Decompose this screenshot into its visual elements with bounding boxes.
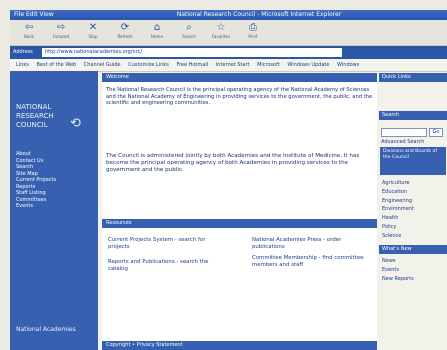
sidebar-item[interactable]: Events (16, 203, 96, 210)
stop-button[interactable]: ✕ Stop (82, 22, 104, 42)
list-item[interactable]: News (382, 257, 446, 266)
title-bar: File Edit View National Research Council… (10, 10, 447, 20)
main-content: Welcome The National Research Council is… (102, 73, 377, 350)
toolbar: ⇦ Back ⇨ Forward ✕ Stop ⟳ Refresh ⌂ Home ⌕ Sea… (10, 20, 447, 46)
search-button[interactable]: ⌕ Search (178, 22, 200, 42)
resource-link[interactable]: Current Projects System - search for pro… (108, 237, 228, 251)
address-bar: Address http://www.nationalacademies.org… (10, 46, 447, 59)
forward-icon: ⇨ (56, 22, 66, 33)
home-button[interactable]: ⌂ Home (146, 22, 168, 42)
print-icon: ⎙ (249, 22, 257, 33)
list-item[interactable]: Environment (382, 205, 446, 214)
site-logo[interactable]: NATIONAL RESEARCH COUNCIL ⟲ (16, 103, 86, 130)
welcome-header: Welcome (102, 73, 377, 82)
link-item[interactable]: Windows (337, 62, 359, 68)
divisions-box[interactable]: Divisions and Boards of the Council (380, 147, 446, 175)
address-input[interactable]: http://www.nationalacademies.org/nrc/ (42, 48, 342, 57)
address-label: Address (13, 49, 33, 55)
quick-links-header: Quick Links (379, 73, 447, 82)
refresh-label: Refresh (117, 34, 133, 39)
home-label: Home (151, 34, 163, 39)
right-sidebar: Quick Links Search Go Advanced Search Di… (379, 73, 447, 350)
print-button[interactable]: ⎙ Print (242, 22, 264, 42)
window-title: National Research Council - Microsoft In… (176, 11, 342, 18)
menu-bar[interactable]: File Edit View (14, 10, 54, 20)
link-item[interactable]: Customize Links (128, 62, 169, 68)
print-label: Print (248, 34, 258, 39)
list-item[interactable]: Agriculture (382, 179, 446, 188)
whats-new-header: What's New (379, 245, 447, 254)
advanced-search-link[interactable]: Advanced Search (381, 139, 424, 145)
whats-new-list: News Events New Reports (382, 257, 446, 283)
back-icon: ⇦ (24, 22, 34, 33)
search-header: Search (379, 111, 447, 120)
search-input[interactable] (381, 128, 427, 137)
logo-mark-icon: ⟲ (70, 116, 81, 131)
sidebar-footer-logo[interactable]: National Academies (16, 326, 86, 334)
footer-bar: Copyright • Privacy Statement (102, 341, 377, 350)
refresh-button[interactable]: ⟳ Refresh (114, 22, 136, 42)
list-item[interactable]: New Reports (382, 275, 446, 284)
list-item[interactable]: Science (382, 232, 446, 241)
link-item[interactable]: Best of the Web (36, 62, 76, 68)
links-label: Links (16, 62, 29, 68)
back-label: Back (24, 34, 34, 39)
favorites-button[interactable]: ☆ Favorites (210, 22, 232, 42)
link-item[interactable]: Free Hotmail (177, 62, 209, 68)
forward-button[interactable]: ⇨ Forward (50, 22, 72, 42)
refresh-icon: ⟳ (120, 22, 130, 33)
link-item[interactable]: Internet Start (216, 62, 250, 68)
browser-window: File Edit View National Research Council… (10, 10, 447, 350)
intro-text: The National Research Council is the pri… (106, 87, 373, 107)
divisions-list: Agriculture Education Engineering Enviro… (382, 179, 446, 241)
forward-label: Forward (52, 34, 70, 39)
resource-link[interactable]: Committee Membership - find committee me… (252, 255, 372, 269)
search-label: Search (182, 34, 196, 39)
resource-link[interactable]: Reports and Publications - search the ca… (108, 259, 228, 273)
list-item[interactable]: Engineering (382, 197, 446, 206)
link-item[interactable]: Windows Update (287, 62, 329, 68)
search-icon: ⌕ (186, 22, 192, 33)
home-icon: ⌂ (153, 22, 161, 33)
sidebar-nav: About Contact Us Search Site Map Current… (16, 151, 96, 210)
back-button[interactable]: ⇦ Back (18, 22, 40, 42)
link-item[interactable]: Microsoft (257, 62, 280, 68)
list-item[interactable]: Education (382, 188, 446, 197)
go-button[interactable]: Go (429, 128, 443, 137)
resources-header: Resources (102, 219, 377, 228)
list-item[interactable]: Events (382, 266, 446, 275)
stop-label: Stop (88, 34, 98, 39)
list-item[interactable]: Health (382, 214, 446, 223)
resource-link[interactable]: National Academies Press - order publica… (252, 237, 372, 251)
stop-icon: ✕ (88, 22, 98, 33)
left-sidebar: NATIONAL RESEARCH COUNCIL ⟲ About Contac… (10, 71, 98, 350)
favorites-label: Favorites (211, 34, 231, 39)
list-item[interactable]: Policy (382, 223, 446, 232)
favorites-icon: ☆ (216, 22, 226, 33)
body-text: The Council is administered jointly by b… (106, 153, 360, 173)
link-item[interactable]: Channel Guide (84, 62, 121, 68)
